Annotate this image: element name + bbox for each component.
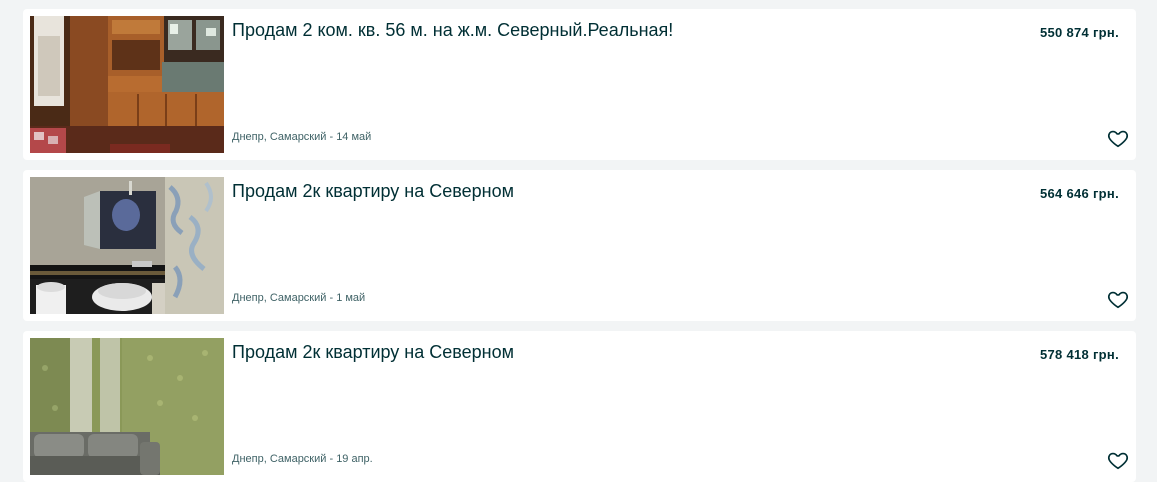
listing-title[interactable]: Продам 2к квартиру на Северном bbox=[232, 341, 514, 363]
heart-outline-icon bbox=[1107, 130, 1129, 148]
listing-title[interactable]: Продам 2 ком. кв. 56 м. на ж.м. Северный… bbox=[232, 19, 673, 41]
listing-price: 550 874 грн. bbox=[1039, 25, 1119, 40]
listing-photo[interactable] bbox=[30, 338, 224, 475]
listing-location-date: Днепр, Самарский - 14 май bbox=[232, 131, 372, 143]
living-room-photo bbox=[30, 16, 224, 153]
listing-location-date: Днепр, Самарский - 1 май bbox=[232, 292, 366, 304]
room-with-sofa-photo bbox=[30, 338, 224, 475]
listing-card[interactable]: Продам 2к квартиру на Северном Днепр, Са… bbox=[23, 170, 1136, 321]
bathroom-photo bbox=[30, 177, 224, 314]
listing-title[interactable]: Продам 2к квартиру на Северном bbox=[232, 180, 514, 202]
heart-outline-icon bbox=[1107, 291, 1129, 309]
favorite-button[interactable] bbox=[1106, 126, 1130, 150]
listing-photo[interactable] bbox=[30, 16, 224, 153]
favorite-button[interactable] bbox=[1106, 448, 1130, 472]
listing-location-date: Днепр, Самарский - 19 апр. bbox=[232, 453, 373, 465]
listing-card[interactable]: Продам 2к квартиру на Северном Днепр, Са… bbox=[23, 331, 1136, 482]
listing-price: 578 418 грн. bbox=[1039, 347, 1119, 362]
heart-outline-icon bbox=[1107, 452, 1129, 470]
listing-price: 564 646 грн. bbox=[1039, 186, 1119, 201]
listing-card[interactable]: Продам 2 ком. кв. 56 м. на ж.м. Северный… bbox=[23, 9, 1136, 160]
favorite-button[interactable] bbox=[1106, 287, 1130, 311]
listing-photo[interactable] bbox=[30, 177, 224, 314]
